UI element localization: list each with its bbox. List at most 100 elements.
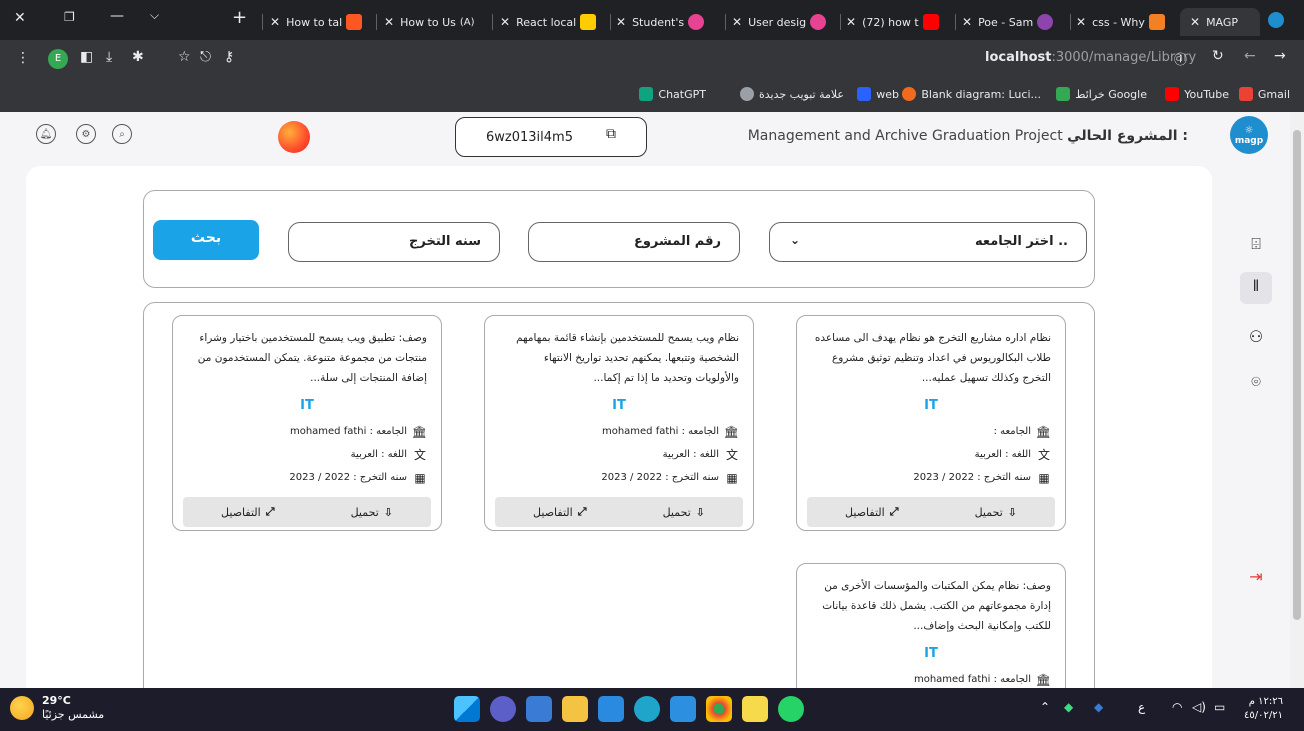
tab-favicon: (A) <box>459 16 475 28</box>
tab-6[interactable]: ✕ Poe - Sam <box>962 8 1066 36</box>
tab-search-icon[interactable]: ⌵ <box>150 8 159 23</box>
sidebar-library-icon[interactable]: 𝍪 <box>1240 272 1272 304</box>
scrollbar-thumb[interactable] <box>1293 130 1301 620</box>
start-icon[interactable] <box>454 696 480 722</box>
back-icon[interactable]: → <box>1274 48 1286 64</box>
notepad-icon[interactable] <box>742 696 768 722</box>
chrome-icon[interactable] <box>706 696 732 722</box>
sidebar-icon[interactable]: ◧ <box>80 49 93 65</box>
tab-active-magp[interactable]: ✕ MAGP <box>1180 8 1260 36</box>
key-icon[interactable]: ⚷ <box>224 49 234 65</box>
details-button[interactable]: ⤢ التفاصيل <box>221 505 274 519</box>
page-scrollbar[interactable] <box>1290 112 1304 688</box>
university-icon: 🏛︎ <box>1035 424 1051 439</box>
logout-icon[interactable]: ⇥ <box>1244 564 1268 588</box>
edge-icon[interactable] <box>634 696 660 722</box>
translate-icon: 文 <box>725 448 738 462</box>
theme-orb-icon[interactable] <box>278 121 310 153</box>
bookmark-lucid[interactable]: Blank diagram: Luci... <box>902 87 1041 101</box>
wifi-icon[interactable]: ◠ <box>1172 700 1182 714</box>
tab-3[interactable]: ✕ Student's <box>616 8 720 36</box>
card-actions: ⇩ تحميل ⤢ التفاصيل <box>807 497 1055 527</box>
download-icon[interactable]: ⤓ <box>106 49 112 65</box>
app-tray-icon-2[interactable]: ◆ <box>1094 700 1103 714</box>
tab-7[interactable]: ✕ css - Why <box>1076 8 1176 36</box>
bookmark-google-maps[interactable]: خرائط Google <box>1056 87 1147 101</box>
app-logo[interactable]: ☼ magp <box>1230 116 1268 154</box>
photos-icon[interactable] <box>598 696 624 722</box>
vscode-icon[interactable] <box>670 696 696 722</box>
card-tag: IT <box>924 646 938 661</box>
teams-icon[interactable] <box>490 696 516 722</box>
download-button[interactable]: ⇩ تحميل <box>663 506 705 519</box>
file-explorer-icon[interactable] <box>562 696 588 722</box>
card-university: 🏛︎ الجامعه : mohamed fathi <box>289 424 427 439</box>
clock[interactable]: ١٢:٢٦ م ٤٥/٠٢/٢١ <box>1244 695 1283 723</box>
profile-icon[interactable] <box>1268 12 1284 28</box>
university-icon: 🏛︎ <box>1035 672 1051 687</box>
bookmark-new-tab[interactable]: علامة تبويب جديدة <box>739 87 844 101</box>
card-year: ▦ سنه التخرج : 2022 / 2023 <box>601 470 738 485</box>
reload-icon[interactable]: ↻ <box>1212 48 1224 64</box>
card-actions: ⇩ تحميل ⤢ التفاصيل <box>495 497 743 527</box>
minimize-icon[interactable]: — <box>110 8 124 24</box>
app-tray-icon[interactable]: ◆ <box>1064 700 1073 714</box>
store-icon[interactable] <box>526 696 552 722</box>
whatsapp-icon[interactable] <box>778 696 804 722</box>
copy-icon[interactable]: ⧉ <box>606 126 616 142</box>
chevron-up-icon[interactable]: ⌃ <box>1040 700 1050 714</box>
bookmark-chatgpt[interactable]: ChatGPT <box>639 87 706 101</box>
search-button[interactable]: بحث <box>153 220 259 260</box>
bookmark-youtube[interactable]: YouTube <box>1165 87 1229 101</box>
card-tag: IT <box>612 398 626 413</box>
weather-widget[interactable]: 29°C مشمس جزئيًا <box>10 694 104 722</box>
university-icon: 🏛︎ <box>411 424 427 439</box>
avatar[interactable]: E <box>48 49 68 69</box>
url-field[interactable]: localhost:3000/manage/Library <box>985 50 1196 65</box>
card-tag: IT <box>300 398 314 413</box>
volume-icon[interactable]: ◁) <box>1192 700 1206 714</box>
download-button[interactable]: ⇩ تحميل <box>351 506 393 519</box>
search-panel: اختر الجامعه .. ⌄ رقم المشروع سنه التخرج… <box>143 190 1095 288</box>
close-window-icon[interactable]: ✕ <box>14 10 26 26</box>
details-button[interactable]: ⤢ التفاصيل <box>533 505 586 519</box>
tab-4[interactable]: ✕ User desig <box>732 8 836 36</box>
sidebar-projects-icon[interactable]: ⌹ <box>1244 232 1268 256</box>
tab-5[interactable]: ✕ (72) how t <box>846 8 950 36</box>
bookmark-web[interactable]: web <box>857 87 899 101</box>
project-number-input[interactable]: رقم المشروع <box>528 222 740 262</box>
restore-icon[interactable]: ❐ <box>64 10 75 24</box>
details-button[interactable]: ⤢ التفاصيل <box>845 505 898 519</box>
extensions-icon[interactable]: ✱ <box>132 49 144 65</box>
sidebar-users-icon[interactable]: ⚇ <box>1244 324 1268 348</box>
new-tab-icon[interactable]: + <box>232 7 247 28</box>
language-icon[interactable]: ع <box>1138 700 1145 714</box>
bookmark-star-icon[interactable]: ☆ <box>178 49 191 65</box>
search-icon[interactable]: ⌕ <box>112 124 132 144</box>
grad-year-input[interactable]: سنه التخرج <box>288 222 500 262</box>
bookmark-gmail[interactable]: Gmail <box>1238 87 1290 101</box>
tab-1[interactable]: ✕ How to Us (A) <box>384 8 488 36</box>
card-year: ▦ سنه التخرج : 2022 / 2023 <box>289 470 426 485</box>
notification-bell-icon[interactable]: 🔔︎ <box>36 124 56 144</box>
settings-gear-icon[interactable]: ⚙ <box>76 124 96 144</box>
sidebar-location-icon[interactable]: ⌾ <box>1244 370 1268 394</box>
project-card: نظام اداره مشاريع التخرج هو نظام يهدف ال… <box>796 315 1066 531</box>
menu-icon[interactable]: ⋮ <box>16 50 30 66</box>
tab-2[interactable]: ✕ React local <box>500 8 604 36</box>
tab-favicon <box>688 14 705 30</box>
site-info-icon[interactable]: ⓘ <box>1174 49 1187 68</box>
project-code: 6wz013il4m5 <box>486 130 573 145</box>
share-icon[interactable]: ⎋ <box>200 49 211 65</box>
main-panel: اختر الجامعه .. ⌄ رقم المشروع سنه التخرج… <box>26 166 1212 688</box>
app-topbar: 🔔︎ ⚙ ⌕ 6wz013il4m5 ⧉ Management and Arch… <box>0 112 1290 168</box>
download-button[interactable]: ⇩ تحميل <box>975 506 1017 519</box>
tab-favicon <box>580 14 597 30</box>
card-university: 🏛︎ الجامعه : mohamed fathi <box>913 672 1051 687</box>
university-select[interactable]: اختر الجامعه .. ⌄ <box>769 222 1087 262</box>
card-university: 🏛︎ الجامعه : <box>993 424 1051 439</box>
card-language: 文 اللغه : العربية <box>662 448 738 462</box>
forward-icon[interactable]: ← <box>1244 48 1256 64</box>
tab-0[interactable]: ✕ How to tal <box>270 8 370 36</box>
battery-icon[interactable]: ▭ <box>1214 700 1225 714</box>
